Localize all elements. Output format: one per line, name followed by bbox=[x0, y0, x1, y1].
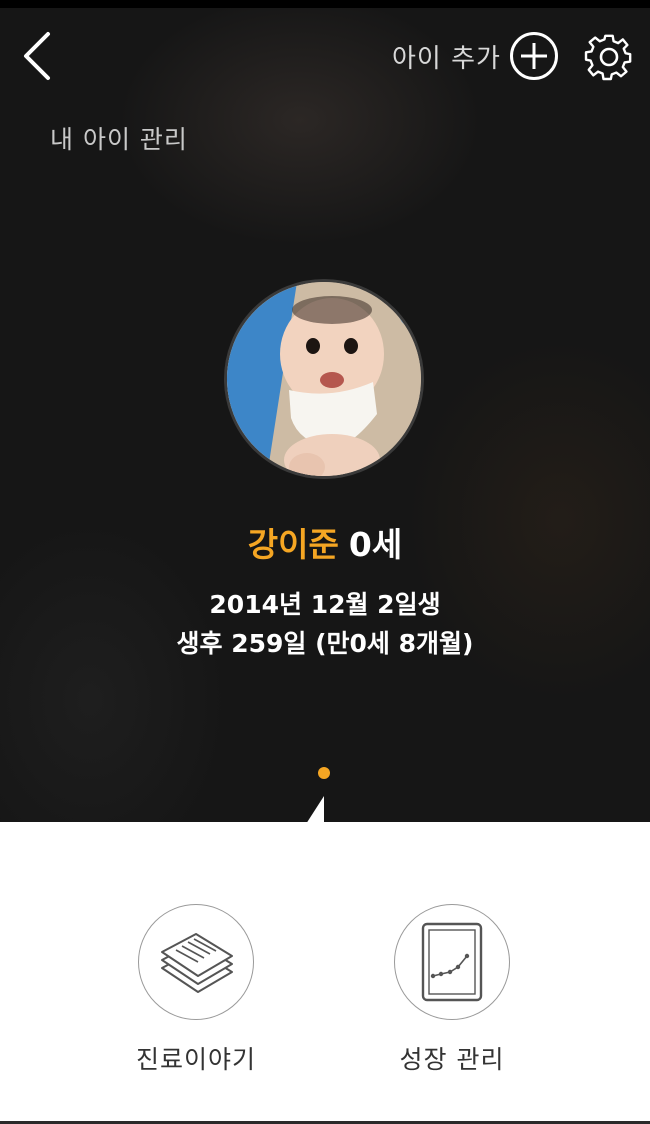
back-button[interactable] bbox=[16, 30, 60, 82]
growth-chart-icon bbox=[421, 922, 483, 1002]
child-photo bbox=[227, 282, 421, 476]
child-name-line: 강이준 0세 bbox=[0, 518, 650, 566]
menu-icon-circle bbox=[394, 904, 510, 1020]
menu-icon-circle bbox=[138, 904, 254, 1020]
chevron-left-icon bbox=[24, 32, 50, 80]
documents-icon bbox=[161, 933, 233, 993]
callout-pointer bbox=[306, 796, 324, 822]
medical-story-button[interactable]: 진료이야기 bbox=[121, 904, 271, 1076]
menu-label: 진료이야기 bbox=[135, 1045, 256, 1074]
menu-panel: 진료이야기 성장 관리 bbox=[0, 822, 650, 1124]
settings-button[interactable] bbox=[582, 28, 636, 84]
status-bar bbox=[0, 0, 650, 8]
birth-date: 2014년 12월 2일생 bbox=[209, 590, 441, 619]
page-title: 내 아이 관리 bbox=[50, 125, 188, 154]
child-age: 0세 bbox=[348, 525, 403, 564]
add-child-label: 아이 추가 bbox=[392, 43, 501, 74]
plus-circle-icon bbox=[509, 32, 558, 80]
menu-label: 성장 관리 bbox=[399, 1045, 505, 1074]
page-indicator-dot bbox=[318, 767, 330, 779]
growth-management-button[interactable]: 성장 관리 bbox=[377, 904, 527, 1076]
add-child-button[interactable]: 아이 추가 bbox=[392, 28, 559, 84]
child-name: 강이준 bbox=[247, 525, 339, 564]
gear-icon bbox=[584, 34, 632, 81]
profile-hero: 아이 추가 내 아이 관리 강이준 0세 2014년 12월 2일생 생후 25… bbox=[0, 0, 650, 822]
child-avatar[interactable] bbox=[224, 279, 424, 479]
age-in-days: 생후 259일 (만0세 8개월) bbox=[176, 629, 474, 658]
